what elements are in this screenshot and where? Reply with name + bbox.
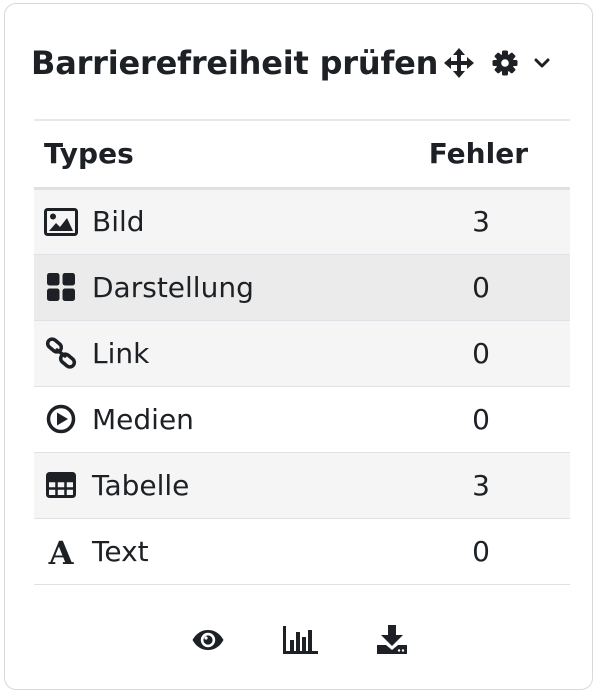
- svg-text:A: A: [48, 535, 75, 567]
- table-row: A Text 0: [34, 518, 570, 585]
- block-title: Barrierefreiheit prüfen: [31, 44, 439, 82]
- table-row: Bild 3: [34, 188, 570, 255]
- link-icon: [44, 336, 78, 370]
- play-circle-icon: [44, 402, 78, 436]
- error-count: 0: [360, 254, 570, 321]
- table-icon: [44, 468, 78, 502]
- type-label: Darstellung: [92, 270, 254, 304]
- block-controls: [442, 46, 552, 80]
- table-row: Darstellung 0: [34, 254, 570, 321]
- table-row: Tabelle 3: [34, 452, 570, 519]
- error-types-table: Types Fehler Bild 3 Darstellung 0 Link 0…: [34, 119, 570, 585]
- error-count: 0: [360, 320, 570, 387]
- eye-icon[interactable]: [188, 620, 228, 660]
- image-icon: [44, 205, 78, 239]
- type-label: Medien: [92, 402, 194, 436]
- table-header-row: Types Fehler: [34, 119, 570, 190]
- type-label: Bild: [92, 205, 145, 238]
- block-header: Barrierefreiheit prüfen: [31, 38, 571, 88]
- error-count: 0: [360, 518, 570, 585]
- download-icon[interactable]: [372, 620, 412, 660]
- gear-icon[interactable]: [490, 48, 520, 78]
- column-header-errors: Fehler: [360, 119, 570, 190]
- error-count: 0: [360, 386, 570, 453]
- type-label: Text: [92, 534, 149, 568]
- error-count: 3: [360, 452, 570, 519]
- type-label: Link: [92, 336, 150, 370]
- type-label: Tabelle: [92, 468, 190, 502]
- column-header-types: Types: [34, 119, 361, 190]
- font-icon: A: [44, 534, 78, 568]
- error-count: 3: [360, 188, 570, 255]
- grid-icon: [44, 270, 78, 304]
- chevron-down-icon[interactable]: [532, 53, 552, 73]
- table-row: Link 0: [34, 320, 570, 387]
- bar-chart-icon[interactable]: [280, 620, 320, 660]
- block-footer: [5, 620, 594, 660]
- table-row: Medien 0: [34, 386, 570, 453]
- accessibility-block: Barrierefreiheit prüfen Types Fehler Bil…: [4, 3, 593, 690]
- move-icon[interactable]: [442, 46, 476, 80]
